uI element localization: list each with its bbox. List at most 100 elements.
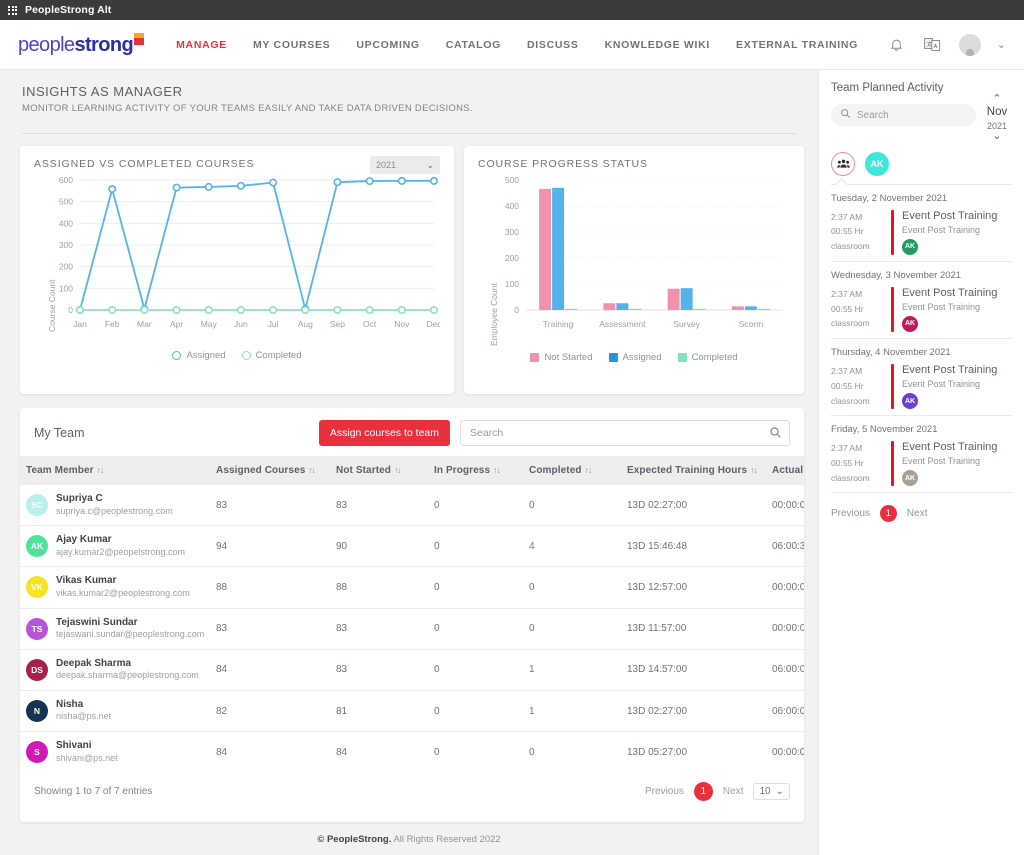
member-info: Ajay Kumar ajay.kumar2@peopelstrong.com <box>56 534 185 558</box>
member-name: Nisha <box>56 698 84 710</box>
member-name: Tejaswini Sundar <box>56 616 138 628</box>
chevron-down-icon[interactable]: ⌄ <box>982 130 1012 142</box>
nav-link-external-training[interactable]: EXTERNAL TRAINING <box>736 39 858 51</box>
nav-link-my-courses[interactable]: MY COURSES <box>253 39 330 51</box>
my-team-header: My Team Assign courses to team <box>20 408 804 456</box>
chevron-down-icon[interactable]: ⌄ <box>997 38 1006 51</box>
assign-courses-to-team-button[interactable]: Assign courses to team <box>318 420 450 446</box>
member-info: Shivani shivani@ps.net <box>56 740 118 764</box>
insights-header: INSIGHTS AS MANAGER MONITOR LEARNING ACT… <box>0 70 818 124</box>
col-team-member[interactable]: Team Member ↑↓ <box>20 456 210 485</box>
table-row[interactable]: VK Vikas Kumar vikas.kumar2@peoplestrong.c… <box>20 566 804 609</box>
translate-icon[interactable]: 文A <box>923 35 943 55</box>
page-number-1[interactable]: 1 <box>693 782 713 802</box>
col-completed[interactable]: Completed ↑↓ <box>523 456 621 485</box>
member: AK Ajay Kumar ajay.kumar2@peopelstrong.com <box>26 534 204 558</box>
sidebar-search-input[interactable] <box>857 109 967 121</box>
svg-text:Survey: Survey <box>673 319 700 329</box>
legend-item-completed[interactable]: Completed <box>677 352 738 363</box>
cell-assigned-courses: 83 <box>210 485 330 527</box>
chevron-up-icon[interactable]: ⌃ <box>982 94 1012 105</box>
member-email: supriya.c@peoplestrong.com <box>56 505 173 516</box>
table-row[interactable]: N Nisha nisha@ps.net 82 81 0 1 13D 02:27:00 06:0… <box>20 690 804 733</box>
team-search-wrapper <box>460 420 790 446</box>
col-not-started[interactable]: Not Started ↑↓ <box>330 456 428 485</box>
user-avatar[interactable] <box>958 33 981 56</box>
member-name: Vikas Kumar <box>56 575 117 587</box>
nav-link-manage[interactable]: MANAGE <box>176 39 227 51</box>
sidebar-page-number-1[interactable]: 1 <box>879 505 897 523</box>
peoplestrong-logo[interactable]: peoplestrong <box>18 32 145 56</box>
activity-event[interactable]: 2:37 AM 00:55 Hr classroom Event Post Train… <box>831 209 1012 255</box>
activity-date: Friday, 5 November 2021 <box>831 424 938 436</box>
event-color-bar <box>891 363 894 410</box>
col-expected-training-hours[interactable]: Expected Training Hours ↑↓ <box>621 456 766 485</box>
sidebar-next-button[interactable]: Next <box>907 508 928 519</box>
page-size-select[interactable]: 10 ⌄ <box>753 783 790 801</box>
col-actual-training-hours[interactable]: Actual T <box>766 456 804 485</box>
line-chart-legend: Assigned Completed <box>34 350 440 361</box>
event-avatar[interactable]: AK <box>902 470 918 487</box>
avatar: S <box>26 741 48 764</box>
next-page-button[interactable]: Next <box>723 786 744 797</box>
nav-link-upcoming[interactable]: UPCOMING <box>356 39 419 51</box>
sort-icon: ↑↓ <box>750 465 757 475</box>
legend-item-assigned[interactable]: Assigned <box>172 350 226 361</box>
col-assigned-courses[interactable]: Assigned Courses ↑↓ <box>210 456 330 485</box>
filter-all-team-icon[interactable] <box>831 151 855 176</box>
year-select[interactable]: 2021 ⌄ <box>370 156 440 174</box>
logo-text-second: strong <box>74 33 134 56</box>
footer-brand: © PeopleStrong. <box>317 834 392 845</box>
svg-text:300: 300 <box>59 240 73 250</box>
assigned-vs-completed-card: ASSIGNED VS COMPLETED COURSES 2021 ⌄ Cou… <box>20 146 454 394</box>
col-in-progress[interactable]: In Progress ↑↓ <box>428 456 523 485</box>
svg-text:Sep: Sep <box>330 319 345 329</box>
activity-event[interactable]: 2:37 AM 00:55 Hr classroom Event Post Train… <box>831 286 1012 332</box>
table-row[interactable]: SC Supriya Csupriya.c@peoplestrong.com 83 8… <box>20 485 804 527</box>
table-row[interactable]: S Shivani shivani@ps.net 84 84 0 0 13D 05:27:00… <box>20 732 804 773</box>
legend-item-assigned[interactable]: Assigned <box>608 352 662 363</box>
sidebar-title: Team Planned Activity <box>831 82 944 94</box>
cell-actual-training-hours: 00:00:00 <box>772 746 804 758</box>
member: VK Vikas Kumar vikas.kumar2@peoplestrong.c… <box>26 575 204 599</box>
member-info: Vikas Kumar vikas.kumar2@peoplestrong.com <box>56 575 190 599</box>
nav-link-knowledge-wiki[interactable]: KNOWLEDGE WIKI <box>605 39 710 51</box>
avatar: AK <box>26 535 48 558</box>
activity-event[interactable]: 2:37 AM 00:55 Hr classroom Event Post Train… <box>831 363 1012 410</box>
activity-date: Tuesday, 2 November 2021 <box>831 192 948 204</box>
previous-page-button[interactable]: Previous <box>645 786 684 797</box>
team-search-input[interactable] <box>460 420 790 446</box>
nav-link-catalog[interactable]: CATALOG <box>446 39 501 51</box>
cell-not-started: 83 <box>330 608 428 650</box>
apps-grid-icon[interactable] <box>8 5 17 15</box>
activity-event[interactable]: 2:37 AM 00:55 Hr classroom Event Post Train… <box>831 441 1012 487</box>
cell-not-started: 88 <box>330 566 428 609</box>
sidebar-previous-button[interactable]: Previous <box>831 508 870 519</box>
nav-link-discuss[interactable]: DISCUSS <box>527 39 579 51</box>
event-avatar[interactable]: AK <box>902 315 918 332</box>
event-avatar[interactable]: AK <box>902 238 918 255</box>
filter-avatar-ak[interactable]: AK <box>865 151 889 176</box>
cell-actual-training-hours: 00:00:00 <box>766 608 804 650</box>
search-icon[interactable] <box>769 426 782 442</box>
table-row[interactable]: TS Tejaswini Sundar tejaswani.sundar@peopl… <box>20 608 804 650</box>
table-row[interactable]: AK Ajay Kumar ajay.kumar2@peopelstrong.com… <box>20 525 804 568</box>
svg-text:200: 200 <box>505 253 519 263</box>
my-team-title: My Team <box>34 426 85 440</box>
cell-completed: 4 <box>523 525 621 568</box>
legend-item-not-started[interactable]: Not Started <box>530 352 593 363</box>
legend-item-completed[interactable]: Completed <box>241 350 302 361</box>
cell-assigned-courses: 94 <box>210 525 330 568</box>
svg-text:A: A <box>934 44 938 50</box>
notification-bell-icon[interactable] <box>887 35 907 55</box>
event-avatar[interactable]: AK <box>902 393 918 410</box>
logo-text-first: people <box>18 33 75 56</box>
cell-in-progress: 0 <box>428 690 523 733</box>
course-progress-status-card: COURSE PROGRESS STATUS Employee Count 0 1… <box>464 146 804 394</box>
table-row[interactable]: DS Deepak Sharma deepak.sharma@peoplestron… <box>20 649 804 691</box>
cell-team-member: N Nisha nisha@ps.net <box>20 690 210 733</box>
avatar: DS <box>26 658 48 681</box>
cell-in-progress: 0 <box>428 525 523 568</box>
event-color-bar <box>891 209 894 255</box>
activity-group: Tuesday, 2 November 2021 2:37 AM 00:55 Hr c… <box>831 185 1012 262</box>
